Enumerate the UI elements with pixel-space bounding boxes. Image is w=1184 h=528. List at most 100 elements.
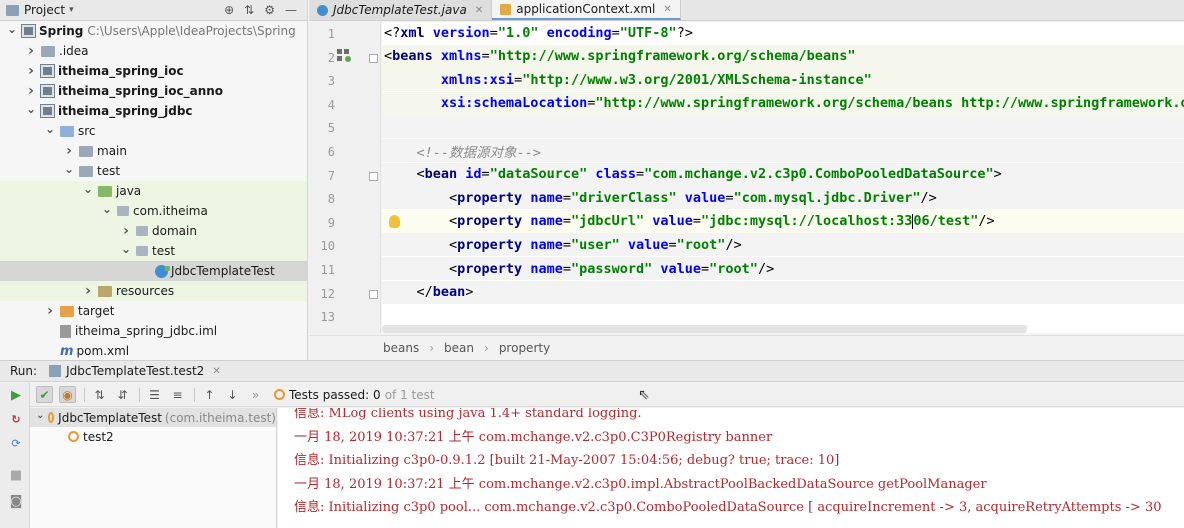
chevron-down-icon[interactable]: ⌄ xyxy=(6,22,18,36)
tree-item[interactable]: ⌄ test xyxy=(0,161,307,181)
tree-item[interactable]: ⌄ com.itheima xyxy=(0,201,307,221)
sort-alpha-icon[interactable]: ⇅ xyxy=(91,386,108,403)
code-line[interactable] xyxy=(382,304,1184,327)
expand-all-icon[interactable]: ☰ xyxy=(146,386,163,403)
chevron-down-icon[interactable]: ⌄ xyxy=(44,122,56,136)
chevron-right-icon[interactable]: › xyxy=(44,303,56,319)
package-icon xyxy=(136,246,148,256)
tree-item[interactable]: › main xyxy=(0,141,307,161)
editor-tab[interactable]: JdbcTemplateTest.java ✕ xyxy=(309,0,493,20)
chevron-down-icon[interactable]: ⌄ xyxy=(82,182,94,196)
close-icon[interactable]: ✕ xyxy=(663,4,671,15)
line-number: 12 xyxy=(320,286,335,301)
close-icon[interactable]: ✕ xyxy=(475,5,483,16)
tree-item[interactable]: › domain xyxy=(0,221,307,241)
camera-icon[interactable]: ◙ xyxy=(9,495,23,509)
xml-punctuation: /> xyxy=(725,236,742,253)
code-line[interactable]: <!--数据源对象--> xyxy=(382,139,1184,162)
chevron-down-icon[interactable]: ▾ xyxy=(69,5,74,15)
editor-tab-label: applicationContext.xml xyxy=(516,2,656,16)
chevron-down-icon[interactable]: ⌄ xyxy=(25,102,37,116)
xml-attribute: value xyxy=(627,236,669,253)
next-failed-icon[interactable]: ↓ xyxy=(224,386,241,403)
rerun-icon[interactable]: ▶ xyxy=(9,389,23,403)
hide-panel-icon[interactable]: — xyxy=(285,3,297,17)
tree-item[interactable]: › target xyxy=(0,301,307,321)
fold-marker-icon[interactable] xyxy=(369,289,378,299)
tree-item[interactable]: › .idea xyxy=(0,41,307,61)
code-line[interactable]: < property name = "jdbcUrl" value = "jdbc:mys… xyxy=(382,209,1184,233)
code-line[interactable]: xmlns:xsi = "http://www.w3.org/2001/XMLSch… xyxy=(382,68,1184,92)
xml-attribute: encoding xyxy=(546,24,612,41)
chevron-right-icon[interactable]: › xyxy=(82,283,94,299)
rerun-failed-icon[interactable]: ↻ xyxy=(9,413,23,427)
collapse-all-icon[interactable]: ⇅ xyxy=(244,3,254,17)
code-line[interactable]: < property name = "driverClass" value = "com.… xyxy=(382,186,1184,210)
tree-item-label: java xyxy=(116,184,142,198)
tree-item[interactable]: ⌄ java xyxy=(0,181,307,201)
fold-marker-icon[interactable] xyxy=(369,171,378,181)
close-icon[interactable]: ✕ xyxy=(212,366,220,377)
chevron-right-icon[interactable]: › xyxy=(120,223,132,239)
horizontal-scrollbar[interactable] xyxy=(382,325,1027,333)
lightbulb-icon[interactable] xyxy=(389,214,400,228)
tree-item[interactable]: m pom.xml xyxy=(0,341,307,360)
tree-item[interactable]: › resources xyxy=(0,281,307,301)
collapse-all-icon[interactable]: ≡ xyxy=(169,386,186,403)
previous-failed-icon[interactable]: ↑ xyxy=(201,386,218,403)
code-line[interactable]: <? xml version = "1.0" encoding = "UTF-8" ?> xyxy=(382,22,1184,44)
xml-attribute: version xyxy=(432,24,490,41)
spring-bean-icon[interactable] xyxy=(337,48,351,63)
sort-duration-icon[interactable]: ⇵ xyxy=(114,386,131,403)
chevron-right-icon[interactable]: › xyxy=(25,63,37,79)
fold-marker-icon[interactable] xyxy=(369,53,378,63)
xml-punctuation: </ xyxy=(384,284,433,301)
toggle-auto-test-icon[interactable]: ⟳ xyxy=(9,437,23,451)
code-editor[interactable]: <? xml version = "1.0" encoding = "UTF-8" ?> < b… xyxy=(382,22,1184,333)
breadcrumb-item[interactable]: bean xyxy=(444,341,474,355)
tree-item[interactable]: › itheima_spring_ioc xyxy=(0,61,307,81)
package-icon xyxy=(117,206,129,216)
tree-item[interactable]: ⌄ Spring C:\Users\Apple\IdeaProjects\Sprin… xyxy=(0,21,307,41)
chevron-right-icon[interactable]: › xyxy=(25,43,37,59)
code-line[interactable]: < beans xmlns = "http://www.springframework… xyxy=(382,44,1184,68)
test-tree-item[interactable]: ⌄ JdbcTemplateTest (com.itheima.test) xyxy=(30,408,276,427)
xml-value: "jdbcUrl" xyxy=(570,213,645,230)
run-config-tab[interactable]: JdbcTemplateTest.test2 ✕ xyxy=(49,364,221,378)
chevron-down-icon[interactable]: ⌄ xyxy=(120,242,132,256)
show-passed-icon[interactable]: ✔ xyxy=(36,386,53,403)
project-panel-title[interactable]: Project xyxy=(24,3,65,17)
stop-icon[interactable]: ■ xyxy=(9,469,23,483)
tree-item[interactable]: itheima_spring_jdbc.iml xyxy=(0,321,307,341)
code-line[interactable]: < property name = "password" value = "root"/> xyxy=(382,257,1184,280)
line-number: 8 xyxy=(327,192,335,207)
chevron-down-icon[interactable]: ⌄ xyxy=(101,202,113,216)
tree-item[interactable]: ⌄ itheima_spring_jdbc xyxy=(0,101,307,121)
editor-tab[interactable]: applicationContext.xml ✕ xyxy=(492,0,681,20)
code-line[interactable]: xsi:schemaLocation = "http://www.springfra… xyxy=(382,91,1184,115)
code-line[interactable]: < bean id = "dataSource" class = "com.mchange… xyxy=(382,162,1184,186)
chevron-right-icon[interactable]: › xyxy=(25,83,37,99)
breadcrumb-item[interactable]: beans xyxy=(383,341,419,355)
tree-item[interactable]: ⌄ test xyxy=(0,241,307,261)
breadcrumb-item[interactable]: property xyxy=(499,341,550,355)
folder-icon xyxy=(79,165,93,177)
scroll-from-source-icon[interactable]: ⊕ xyxy=(224,3,234,17)
xml-punctuation xyxy=(384,143,417,159)
code-line[interactable] xyxy=(382,115,1184,139)
gear-icon[interactable]: ⚙ xyxy=(264,3,275,17)
console-output[interactable]: 信息: MLog clients using java 1.4+ standar… xyxy=(278,408,1184,528)
tree-item[interactable]: ⌄ src xyxy=(0,121,307,141)
chevron-down-icon[interactable]: ⌄ xyxy=(63,162,75,176)
test-results-tree: ⌄ JdbcTemplateTest (com.itheima.test) test2 xyxy=(30,408,277,528)
tree-item[interactable]: › itheima_spring_ioc_anno xyxy=(0,81,307,101)
code-line[interactable]: </bean > xyxy=(382,280,1184,304)
more-actions-icon[interactable]: » xyxy=(247,386,264,403)
tree-item-label: com.itheima xyxy=(133,204,208,218)
chevron-down-icon[interactable]: ⌄ xyxy=(36,410,44,421)
tree-item[interactable]: JdbcTemplateTest xyxy=(0,261,307,281)
show-ignored-icon[interactable]: ◉ xyxy=(59,386,76,403)
code-line[interactable]: < property name = "user" value = "root"/> xyxy=(382,233,1184,257)
chevron-right-icon[interactable]: › xyxy=(63,143,75,159)
test-tree-item[interactable]: test2 xyxy=(30,427,276,446)
